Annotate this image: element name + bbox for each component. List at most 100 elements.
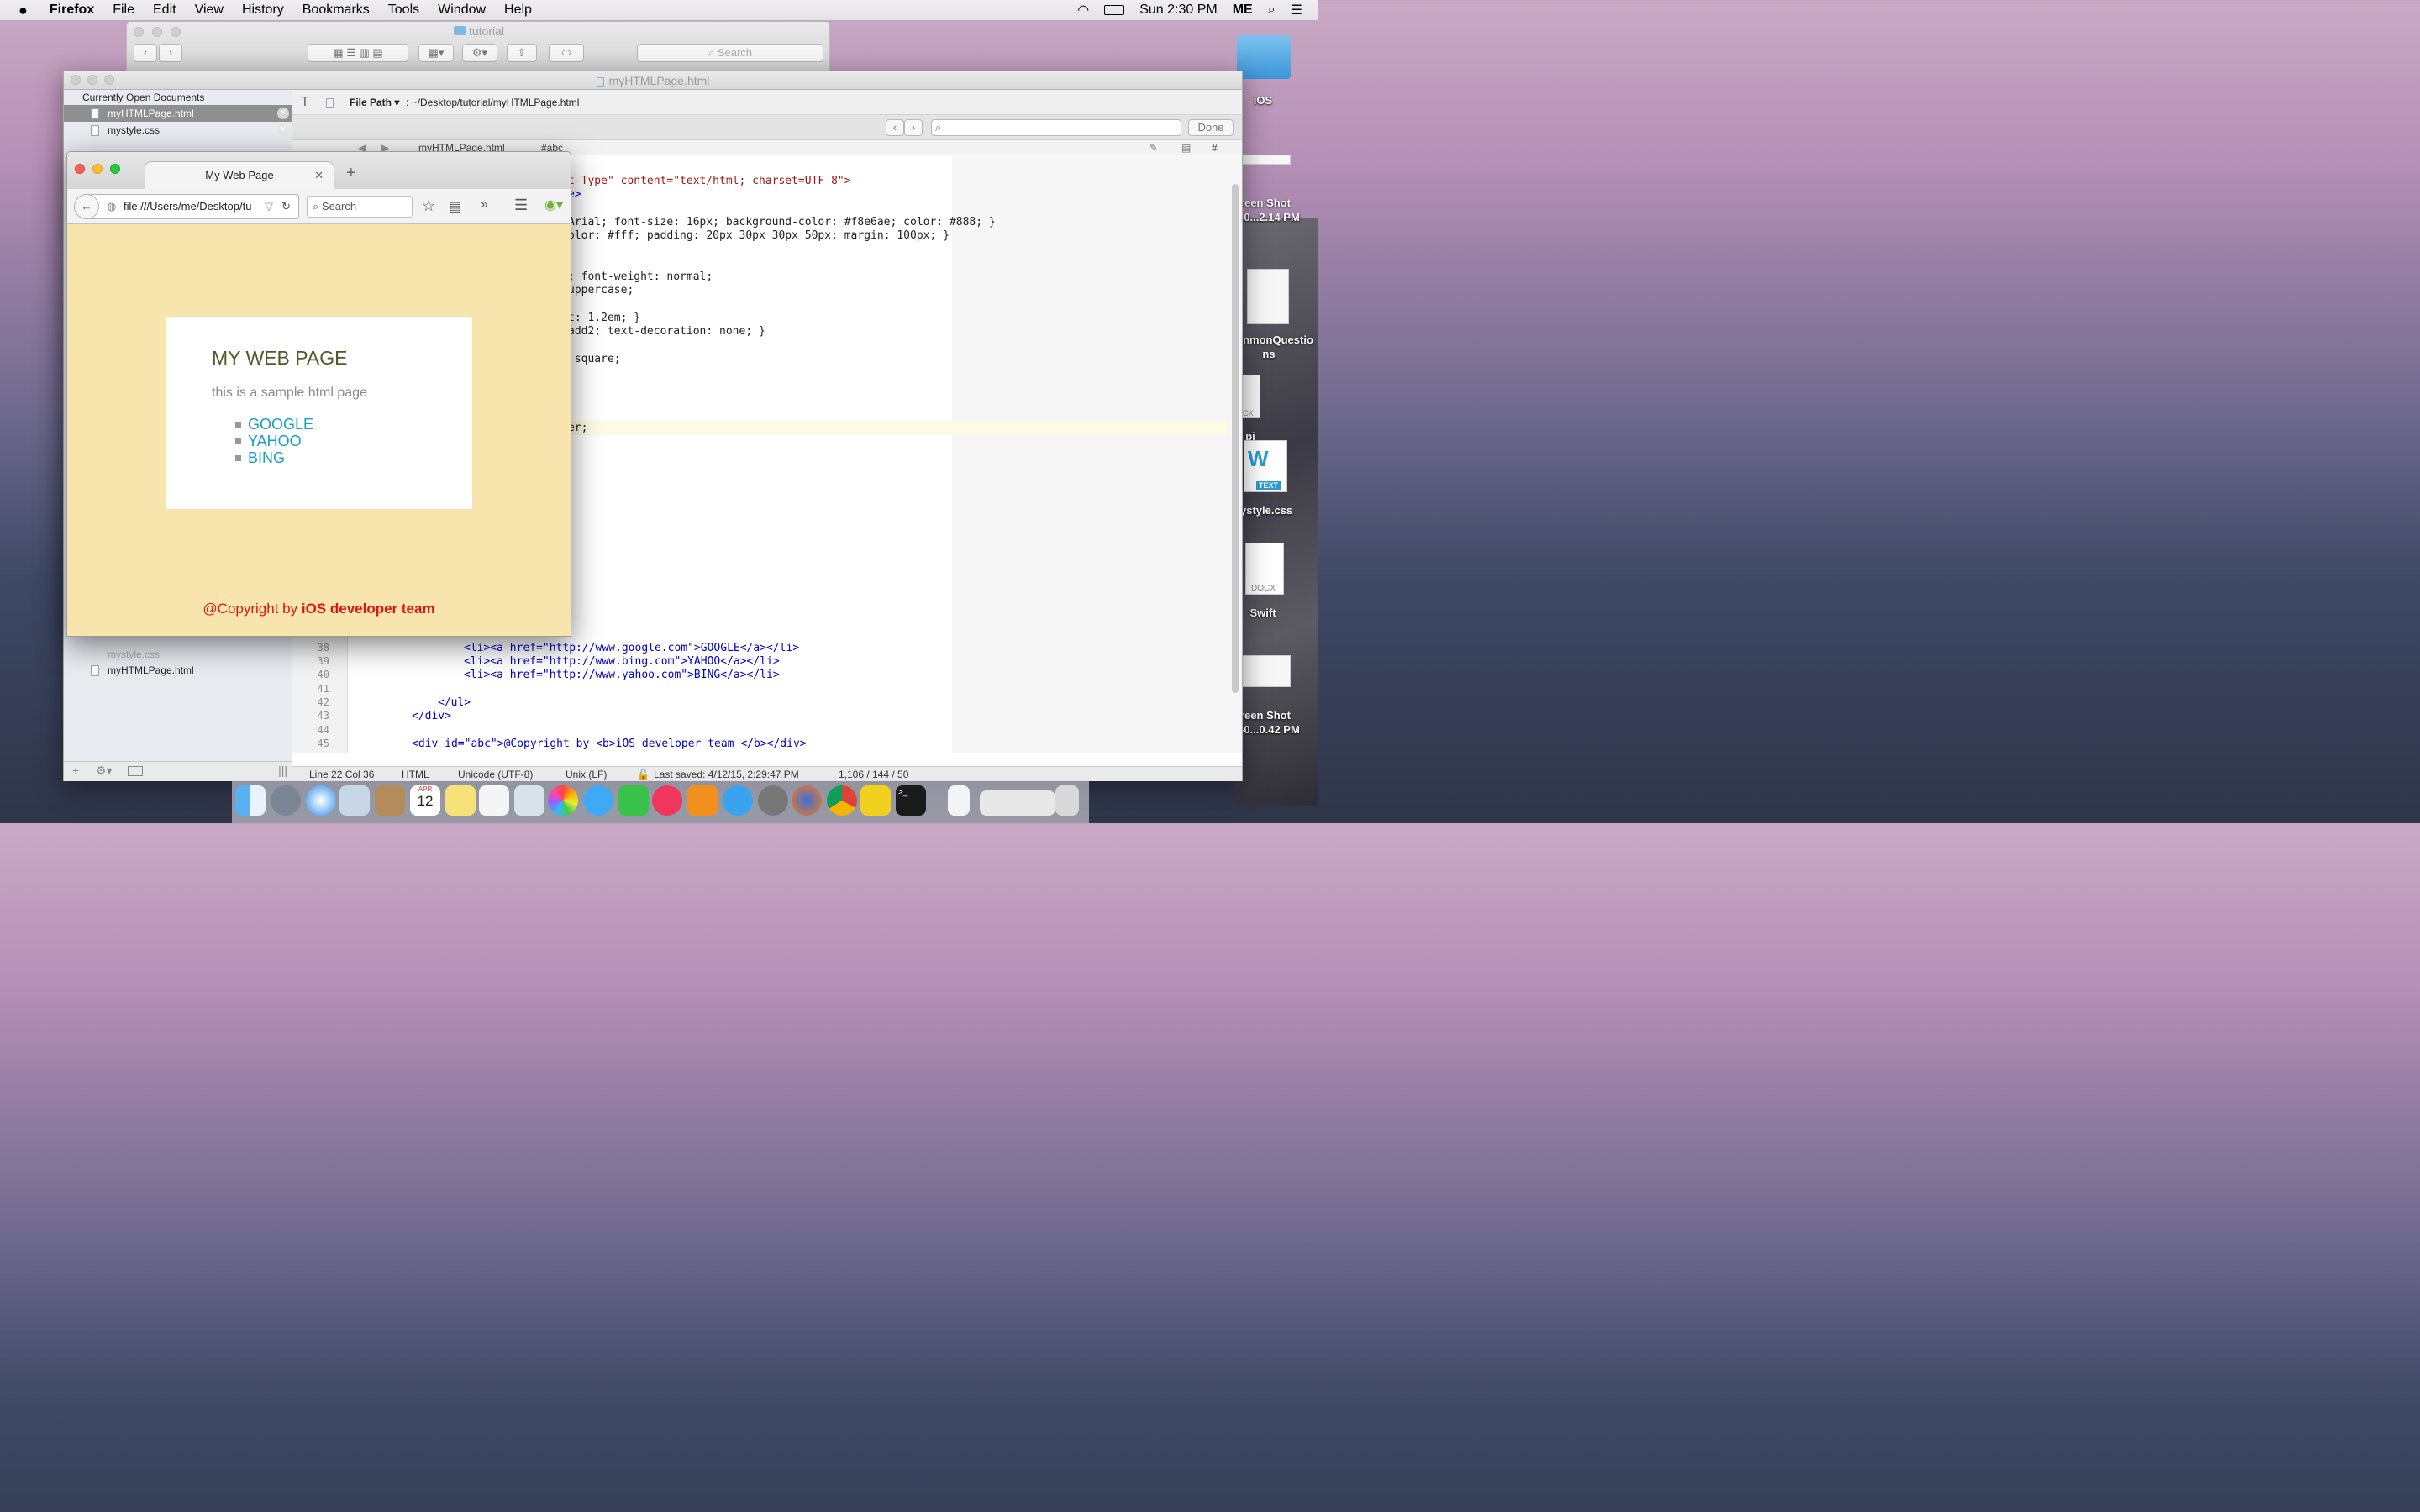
- menu-view[interactable]: View: [195, 3, 224, 18]
- user-menu[interactable]: ME: [1233, 3, 1253, 18]
- menu-history[interactable]: History: [242, 3, 284, 18]
- screenshot-thumbnail-2[interactable]: [1242, 655, 1291, 687]
- addon-icon[interactable]: ◉▾: [544, 197, 563, 213]
- minimize-icon[interactable]: [87, 75, 97, 85]
- text-file-icon[interactable]: W TEXT: [1244, 440, 1287, 492]
- apple-icon[interactable]: ●: [18, 2, 28, 19]
- desktop-label-screenshot-1[interactable]: reen Shot: [1240, 197, 1318, 209]
- share-button[interactable]: ⇪: [507, 44, 537, 62]
- ios-folder-icon[interactable]: [1237, 35, 1291, 79]
- search-field[interactable]: ⌕ Search: [307, 196, 413, 218]
- history-dropdown-icon[interactable]: ▽: [265, 195, 273, 218]
- notes-icon[interactable]: [445, 785, 476, 816]
- safari-icon[interactable]: [306, 785, 336, 816]
- zoom-icon[interactable]: [104, 75, 114, 85]
- reminders-icon[interactable]: [479, 785, 509, 816]
- recent-item-mystyle[interactable]: mystyle.css: [64, 646, 292, 663]
- photos-icon[interactable]: [548, 785, 578, 816]
- forward-button[interactable]: ›: [159, 44, 182, 62]
- wifi-icon[interactable]: ◠: [1077, 2, 1089, 18]
- preview-icon[interactable]: [514, 785, 544, 816]
- text-options-icon[interactable]: T: [301, 90, 309, 115]
- terminal-icon[interactable]: >_: [896, 785, 926, 816]
- tags-button[interactable]: ⬭: [549, 44, 584, 62]
- link-bing[interactable]: BING: [235, 449, 285, 467]
- hash-menu[interactable]: #: [1212, 140, 1218, 155]
- action-gear-button[interactable]: ⚙▾: [462, 44, 497, 62]
- url-bar[interactable]: ← ◍ file:///Users/me/Desktop/tu ▽ ↻: [74, 194, 299, 219]
- close-document-icon[interactable]: ✕: [277, 108, 289, 119]
- desktop-label-screenshot-2[interactable]: reen Shot: [1240, 709, 1318, 722]
- facetime-icon[interactable]: [618, 785, 649, 816]
- app-menu-firefox[interactable]: Firefox: [50, 3, 94, 18]
- desktop-label-swift[interactable]: Swift: [1244, 606, 1282, 619]
- tab-my-web-page[interactable]: My Web Page ✕: [145, 161, 334, 189]
- textwrangler-icon[interactable]: [860, 785, 891, 816]
- screenshot-thumbnail-1[interactable]: [1242, 155, 1291, 165]
- docx-file-icon-1[interactable]: CX: [1242, 375, 1260, 418]
- sidebar-item-myhtmlpage[interactable]: myHTMLPage.html ✕: [64, 105, 292, 122]
- sidebar-gear-icon[interactable]: ⚙▾: [96, 764, 113, 778]
- resize-handle-icon[interactable]: |||: [278, 764, 287, 777]
- find-next-button[interactable]: ›: [904, 119, 923, 136]
- firefox-icon[interactable]: [792, 785, 822, 816]
- hamburger-menu-icon[interactable]: ☰: [514, 197, 528, 214]
- desktop-label-mystyle[interactable]: ystyle.css: [1240, 504, 1318, 517]
- desktop-label-ios[interactable]: iOS: [1244, 94, 1282, 107]
- zoom-icon[interactable]: [110, 164, 120, 174]
- reading-list-icon[interactable]: ▤: [449, 198, 461, 215]
- find-input[interactable]: ⌕: [931, 119, 1181, 136]
- link-yahoo[interactable]: YAHOO: [235, 433, 302, 450]
- sidebar-item-mystyle[interactable]: mystyle.css ✕: [64, 122, 292, 139]
- menu-bookmarks[interactable]: Bookmarks: [302, 3, 370, 18]
- sidebar-toggle-icon[interactable]: [128, 766, 143, 776]
- find-done-button[interactable]: Done: [1188, 119, 1234, 136]
- menu-window[interactable]: Window: [438, 3, 486, 18]
- link-text[interactable]: GOOGLE: [248, 416, 313, 433]
- system-preferences-icon[interactable]: [758, 785, 788, 816]
- vertical-scrollbar[interactable]: [1232, 184, 1239, 693]
- recent-item-myhtmlpage[interactable]: myHTMLPage.html: [64, 662, 292, 679]
- close-icon[interactable]: [75, 164, 85, 174]
- desktop-label-screenshot-1-date[interactable]: -0...2.14 PM: [1240, 211, 1318, 223]
- desktop-label-screenshot-2-date[interactable]: -0...0.42 PM: [1240, 723, 1318, 736]
- menu-file[interactable]: File: [113, 3, 134, 18]
- pencil-icon[interactable]: ✎: [1150, 140, 1158, 155]
- spotlight-search-icon[interactable]: ⌕: [1268, 3, 1276, 18]
- link-text[interactable]: BING: [248, 449, 285, 466]
- desktop-label-common-questions[interactable]: nmonQuestio: [1239, 333, 1318, 346]
- document-stack-icon[interactable]: [948, 785, 970, 816]
- reload-icon[interactable]: ↻: [281, 195, 291, 218]
- trash-icon[interactable]: [1055, 785, 1079, 816]
- link-text[interactable]: YAHOO: [248, 433, 302, 449]
- close-icon[interactable]: [71, 75, 81, 85]
- menu-tools[interactable]: Tools: [388, 3, 419, 18]
- calendar-icon[interactable]: APR 12: [410, 785, 440, 816]
- close-tab-icon[interactable]: ✕: [314, 162, 324, 189]
- finder-icon[interactable]: [235, 785, 266, 816]
- clock[interactable]: Sun 2:30 PM: [1139, 3, 1218, 18]
- menu-edit[interactable]: Edit: [153, 3, 176, 18]
- overflow-chevron-icon[interactable]: »: [481, 197, 488, 213]
- bookmark-star-icon[interactable]: ☆: [422, 197, 435, 215]
- link-google[interactable]: GOOGLE: [235, 416, 313, 433]
- battery-icon[interactable]: [1104, 5, 1125, 15]
- screenshots-stack-icon[interactable]: [980, 790, 1055, 816]
- close-document-icon[interactable]: ✕: [277, 124, 289, 136]
- minimize-icon[interactable]: [92, 164, 103, 174]
- messages-icon[interactable]: [583, 785, 613, 816]
- back-button[interactable]: ‹: [134, 44, 157, 62]
- itunes-icon[interactable]: [652, 785, 682, 816]
- notification-center-icon[interactable]: ☰: [1291, 2, 1302, 18]
- chrome-icon[interactable]: [827, 785, 857, 816]
- document-thumbnail[interactable]: [1247, 269, 1289, 324]
- back-arrow-icon[interactable]: ←: [74, 194, 99, 219]
- launchpad-icon[interactable]: [271, 785, 301, 816]
- contacts-icon[interactable]: [375, 785, 405, 816]
- arrange-button[interactable]: ▦▾: [418, 44, 454, 62]
- finder-search-field[interactable]: ⌕ Search: [637, 44, 823, 62]
- desktop-label-common-questions-2[interactable]: ns: [1259, 348, 1279, 360]
- docx-file-icon-2[interactable]: DOCX: [1245, 543, 1284, 595]
- menu-help[interactable]: Help: [504, 3, 532, 18]
- app-store-icon[interactable]: [723, 785, 753, 816]
